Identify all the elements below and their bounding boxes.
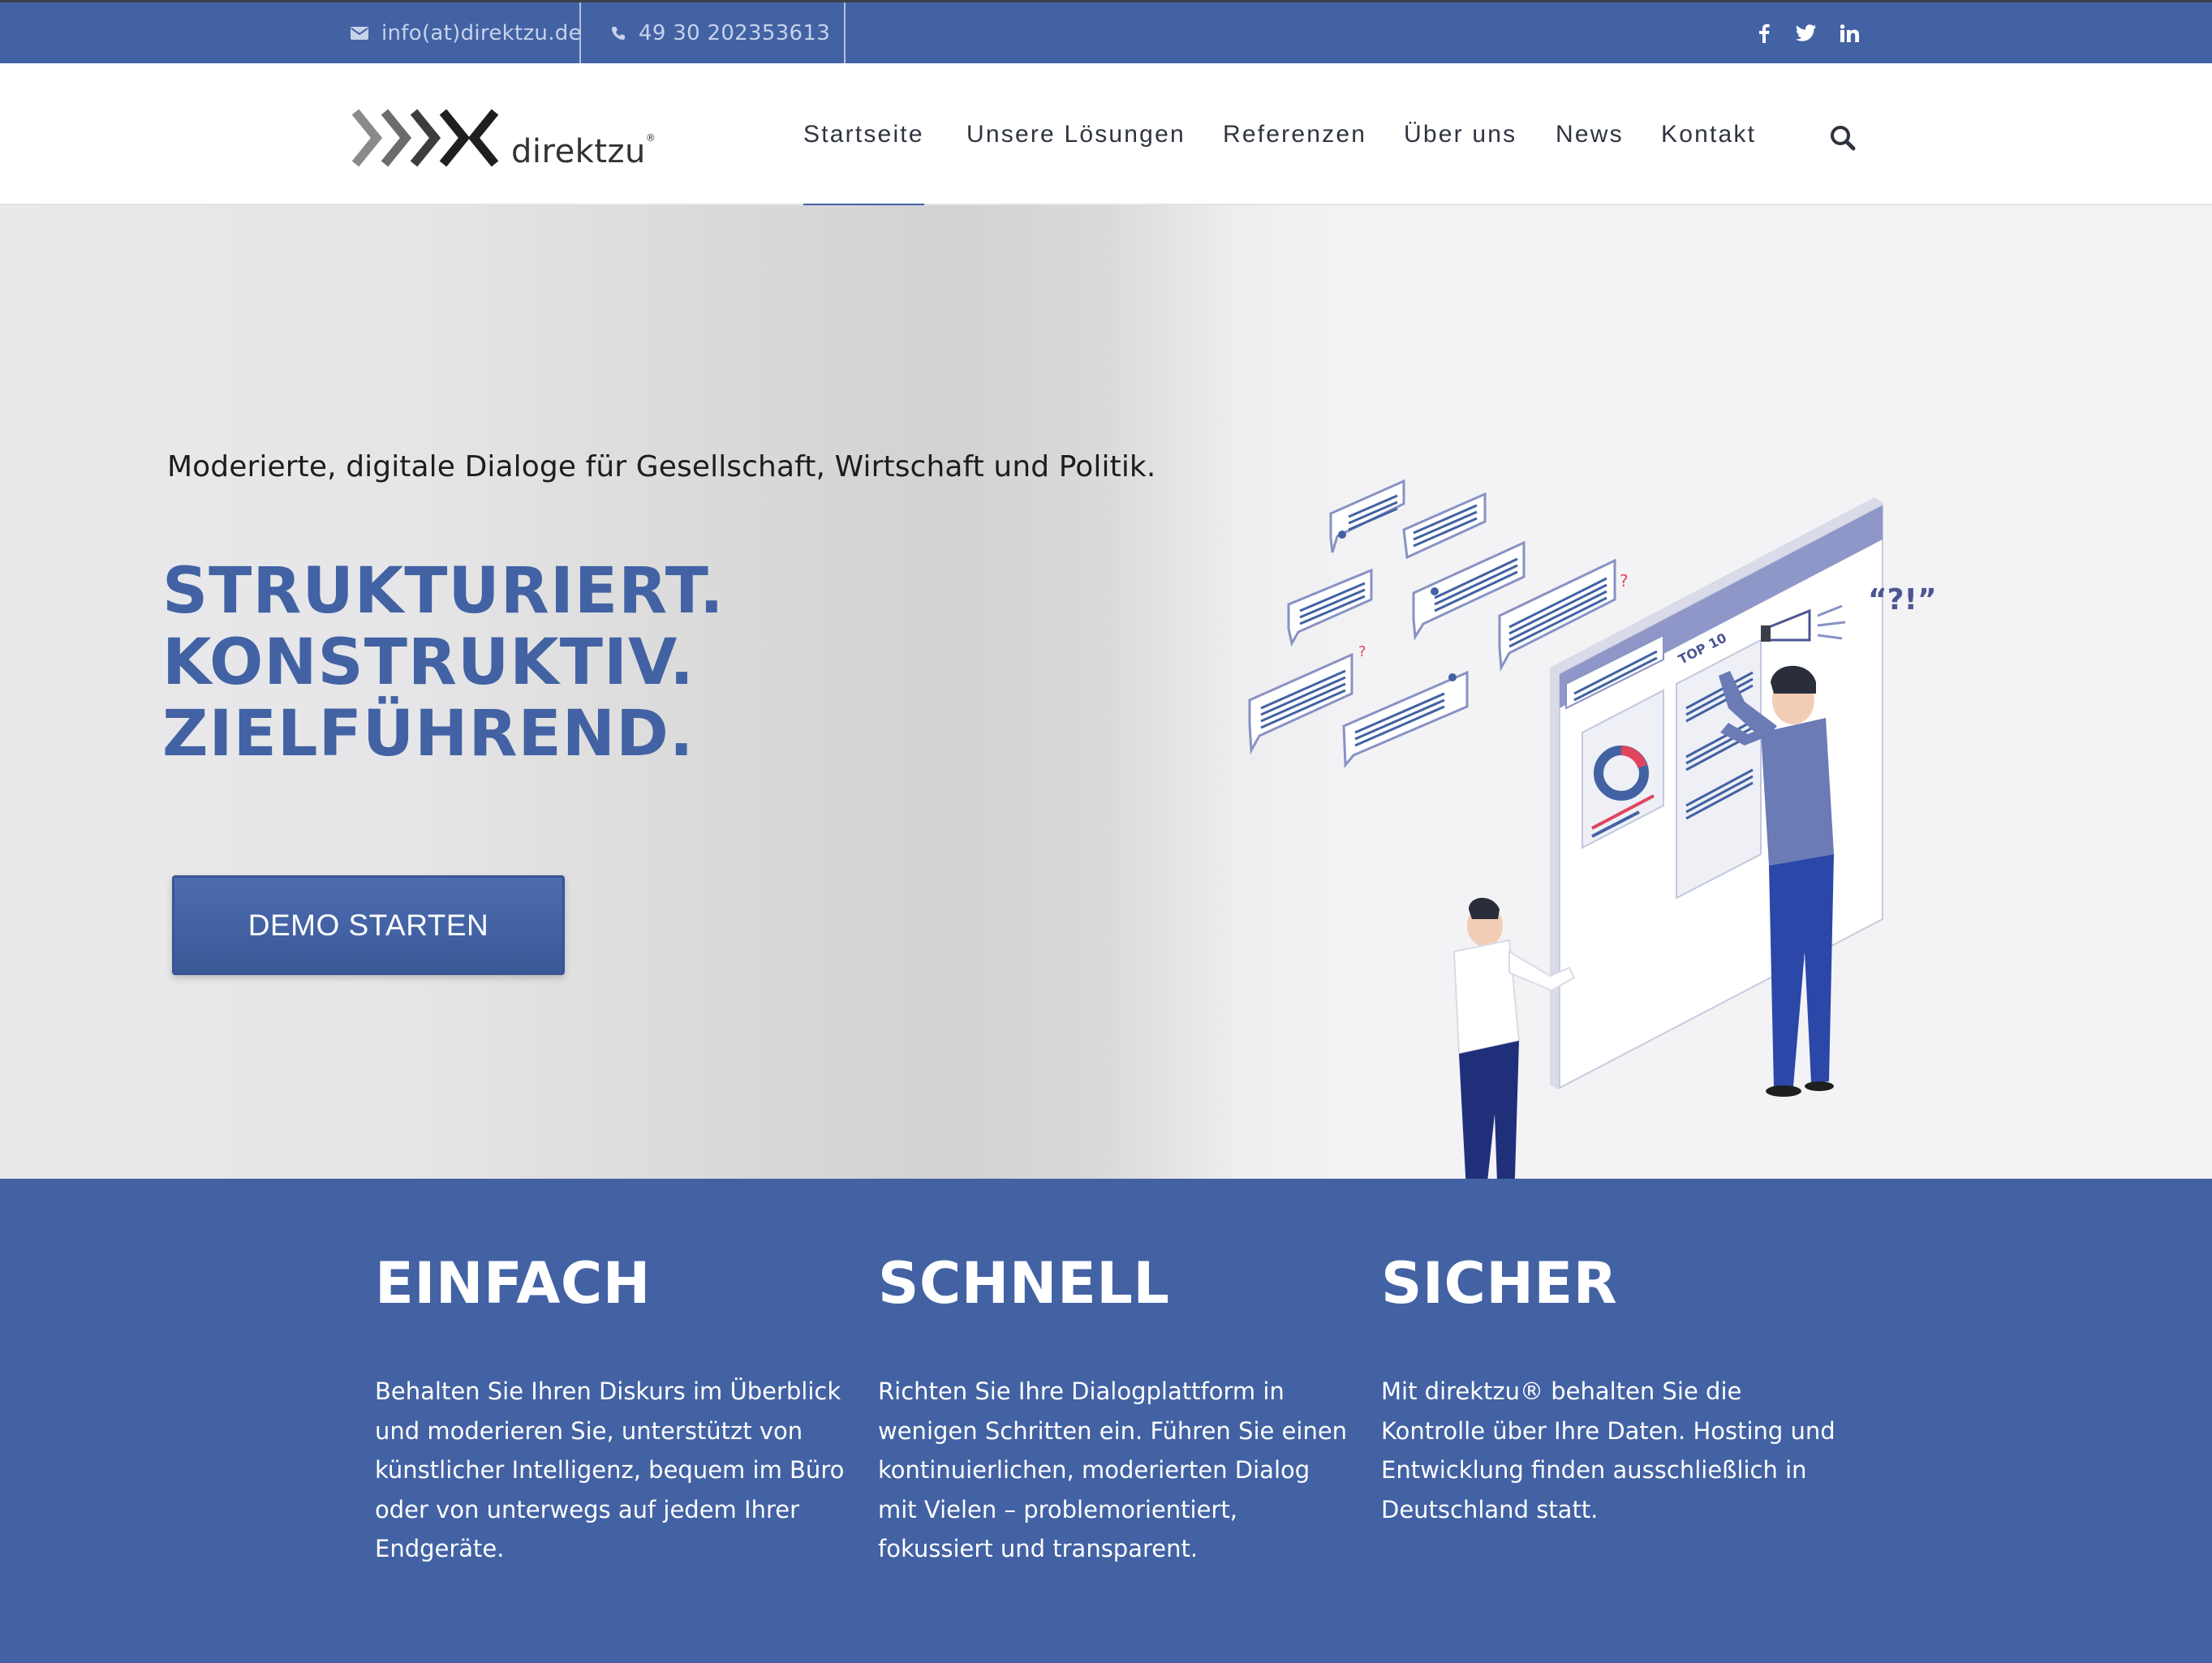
linkedin-link[interactable]	[1834, 2, 1866, 63]
demo-start-button[interactable]: DEMO STARTEN	[172, 875, 565, 975]
nav-startseite[interactable]: Startseite	[803, 63, 924, 207]
svg-text:?: ?	[1358, 643, 1366, 660]
hero-subtitle: Moderierte, digitale Dialoge für Gesells…	[167, 450, 1156, 483]
nav-ueber-uns[interactable]: Über uns	[1404, 63, 1517, 205]
envelope-icon	[351, 26, 368, 40]
hero-headline-line-3: ZIELFÜHREND.	[162, 698, 695, 771]
feature-text: Behalten Sie Ihren Diskurs im Überblick …	[375, 1377, 845, 1562]
phone-icon	[612, 26, 625, 40]
contact-email-text: info(at)direktzu.de	[381, 20, 582, 45]
topbar-divider	[844, 2, 846, 63]
feature-text: Mit direktzu® behalten Sie die Kontrolle…	[1381, 1377, 1835, 1523]
nav-news[interactable]: News	[1556, 63, 1624, 205]
feature-title: SCHNELL	[878, 1250, 1170, 1317]
hero-headline-line-2: KONSTRUKTIV.	[162, 626, 695, 699]
twitter-icon	[1796, 24, 1816, 41]
feature-title: SICHER	[1381, 1250, 1618, 1317]
search-icon	[1831, 126, 1856, 151]
nav-kontakt[interactable]: Kontakt	[1661, 63, 1756, 205]
facebook-link[interactable]	[1748, 2, 1780, 63]
contact-phone-text: 49 30 202353613	[639, 20, 831, 45]
hero-headline-line-1: STRUKTURIERT.	[162, 555, 725, 628]
features-section: EINFACH Behalten Sie Ihren Diskurs im Üb…	[0, 1179, 2212, 1663]
feature-title: EINFACH	[375, 1250, 651, 1317]
linkedin-icon	[1840, 24, 1859, 42]
facebook-icon	[1759, 24, 1770, 43]
site-header: direktzu® Startseite Unsere Lösungen Ref…	[0, 63, 2212, 207]
nav-referenzen[interactable]: Referenzen	[1223, 63, 1366, 205]
logo-wordmark: direktzu®	[511, 132, 656, 170]
contact-email-link[interactable]: info(at)direktzu.de	[351, 2, 582, 63]
contact-phone-link[interactable]: 49 30 202353613	[611, 2, 830, 63]
question-mark: ?	[1620, 571, 1629, 591]
logo-chevrons-icon	[352, 109, 499, 167]
hero-headline: STRUKTURIERT. KONSTRUKTIV. ZIELFÜHREND.	[162, 556, 725, 770]
nav-unsere-loesungen[interactable]: Unsere Lösungen	[966, 63, 1186, 205]
dialog-platform-illustration: ? ? TOP 10 “?!”	[1248, 479, 1937, 1179]
top-contact-bar: info(at)direktzu.de 49 30 202353613	[0, 0, 2212, 63]
feature-text: Richten Sie Ihre Dialogplattform in weni…	[878, 1377, 1348, 1562]
hero-section: Moderierte, digitale Dialoge für Gesells…	[0, 205, 2212, 1179]
topbar-divider	[579, 2, 581, 63]
search-button[interactable]	[1830, 125, 1859, 154]
twitter-link[interactable]	[1790, 2, 1823, 63]
site-logo[interactable]: direktzu®	[352, 107, 656, 170]
quote-exclamation: “?!”	[1868, 583, 1937, 617]
